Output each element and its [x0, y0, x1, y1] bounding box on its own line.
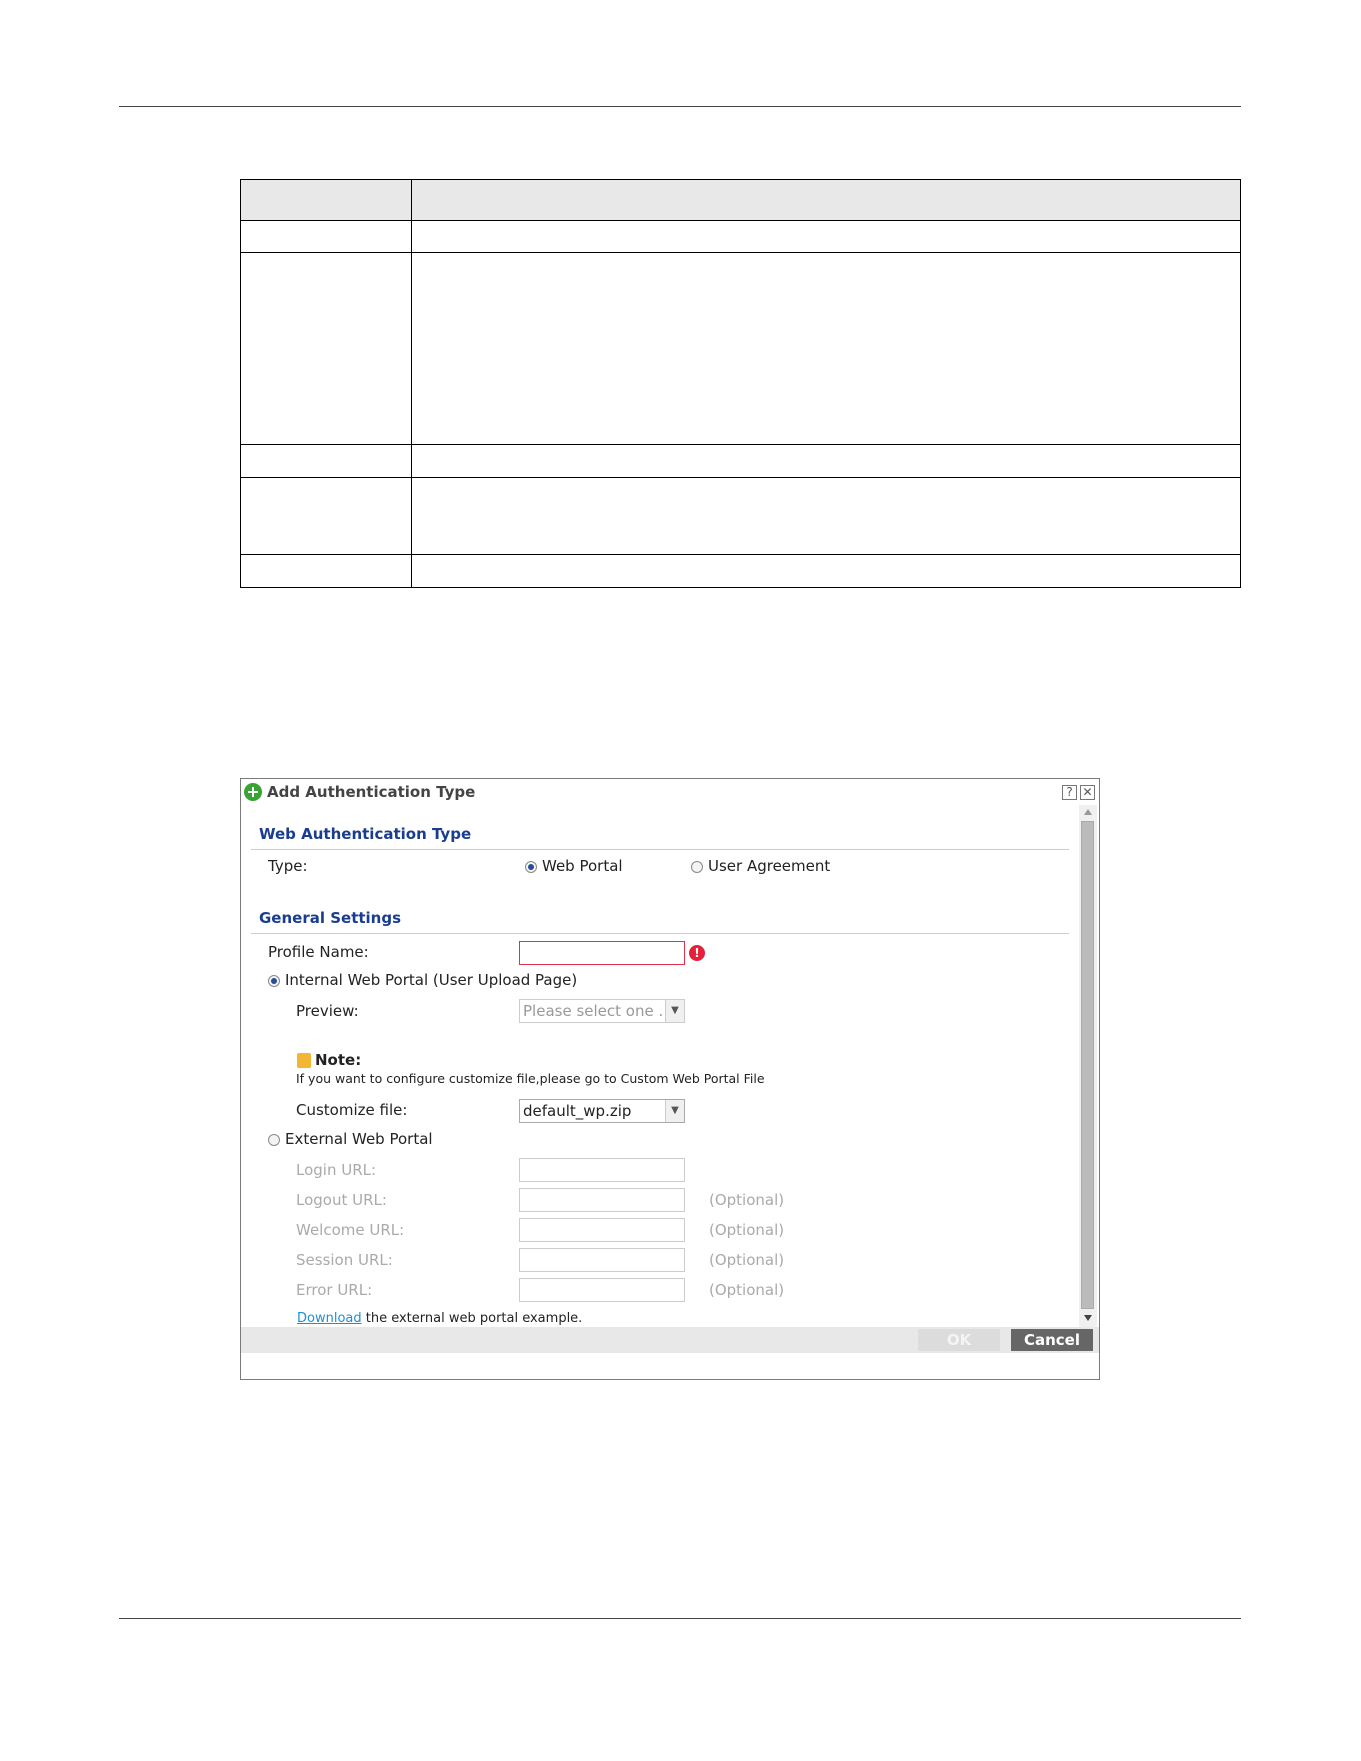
- dialog-content: Web Authentication Type Type: Web Portal…: [241, 805, 1079, 1327]
- type-web-portal-radio[interactable]: [525, 861, 537, 873]
- footer-bar: OK Cancel: [241, 1327, 1099, 1353]
- section-web-authentication-type: Web Authentication Type: [259, 825, 472, 843]
- welcome-url-optional: (Optional): [709, 1221, 785, 1239]
- dialog-footer: OK Cancel: [241, 1327, 1099, 1379]
- welcome-url-input[interactable]: [519, 1218, 685, 1242]
- scroll-down-icon[interactable]: [1084, 1315, 1092, 1321]
- scroll-up-icon[interactable]: [1084, 809, 1092, 815]
- dialog-title: Add Authentication Type: [267, 783, 476, 801]
- chevron-down-icon: ▼: [665, 1100, 684, 1122]
- type-web-portal-label[interactable]: Web Portal: [542, 857, 623, 875]
- customize-file-value: default_wp.zip: [523, 1102, 632, 1120]
- logout-url-label: Logout URL:: [296, 1191, 387, 1209]
- note-icon: [297, 1053, 311, 1068]
- table-row: [240, 220, 1241, 253]
- note-title: Note:: [315, 1051, 362, 1069]
- external-web-portal-radio[interactable]: [268, 1134, 280, 1146]
- profile-name-label: Profile Name:: [268, 943, 369, 961]
- logout-url-input[interactable]: [519, 1188, 685, 1212]
- add-authentication-type-dialog: Add Authentication Type ? ✕ Web Authenti…: [240, 778, 1100, 1380]
- vertical-scrollbar[interactable]: [1079, 805, 1097, 1327]
- external-web-portal-label[interactable]: External Web Portal: [285, 1130, 433, 1148]
- download-link[interactable]: Download: [297, 1311, 362, 1326]
- session-url-input[interactable]: [519, 1248, 685, 1272]
- customize-file-select[interactable]: default_wp.zip ▼: [519, 1099, 685, 1123]
- preview-label: Preview:: [296, 1002, 359, 1020]
- dialog-titlebar: Add Authentication Type ? ✕: [241, 779, 1099, 805]
- ok-button[interactable]: OK: [918, 1329, 1000, 1351]
- cancel-button[interactable]: Cancel: [1011, 1329, 1093, 1351]
- table-row: [240, 252, 1241, 445]
- section-divider: [251, 849, 1069, 850]
- login-url-input[interactable]: [519, 1158, 685, 1182]
- add-icon: [244, 783, 262, 801]
- close-button[interactable]: ✕: [1080, 785, 1095, 800]
- error-icon: !: [689, 945, 705, 961]
- welcome-url-label: Welcome URL:: [296, 1221, 405, 1239]
- header-rule: [119, 106, 1241, 107]
- customize-file-label: Customize file:: [296, 1101, 408, 1119]
- table-row: [240, 444, 1241, 478]
- type-user-agreement-radio[interactable]: [691, 861, 703, 873]
- preview-select-value: Please select one .: [523, 1002, 664, 1020]
- profile-name-input[interactable]: [519, 941, 685, 965]
- login-url-label: Login URL:: [296, 1161, 377, 1179]
- internal-web-portal-radio[interactable]: [268, 975, 280, 987]
- table-row: [240, 554, 1241, 588]
- type-user-agreement-label[interactable]: User Agreement: [708, 857, 830, 875]
- scroll-thumb[interactable]: [1081, 821, 1094, 1309]
- error-url-optional: (Optional): [709, 1281, 785, 1299]
- session-url-optional: (Optional): [709, 1251, 785, 1269]
- download-line: Download the external web portal example…: [297, 1311, 582, 1326]
- section-general-settings: General Settings: [259, 909, 402, 927]
- logout-url-optional: (Optional): [709, 1191, 785, 1209]
- table-row: [240, 477, 1241, 555]
- section-divider: [251, 933, 1069, 934]
- session-url-label: Session URL:: [296, 1251, 393, 1269]
- error-url-input[interactable]: [519, 1278, 685, 1302]
- preview-select[interactable]: Please select one . ▼: [519, 999, 685, 1023]
- table-header-row: [240, 179, 1241, 221]
- description-table: [240, 179, 1241, 588]
- help-button[interactable]: ?: [1062, 785, 1077, 800]
- error-url-label: Error URL:: [296, 1281, 373, 1299]
- chevron-down-icon: ▼: [665, 1000, 684, 1022]
- footer-rule: [119, 1618, 1241, 1619]
- download-text: the external web portal example.: [361, 1311, 583, 1326]
- note-text: If you want to configure customize file,…: [296, 1071, 765, 1086]
- internal-web-portal-label[interactable]: Internal Web Portal (User Upload Page): [285, 971, 577, 989]
- type-label: Type:: [268, 857, 308, 875]
